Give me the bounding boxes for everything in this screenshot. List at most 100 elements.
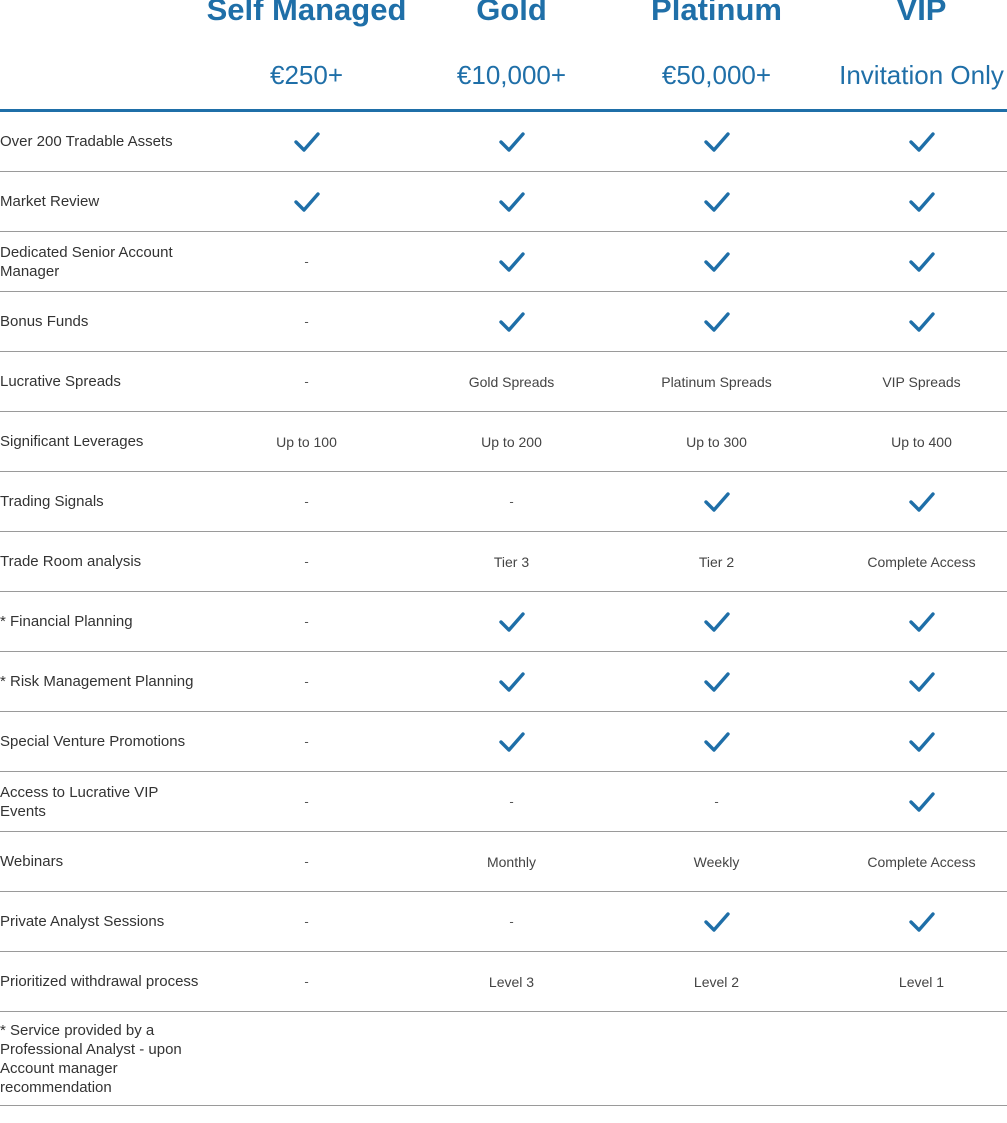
not-included-dash: - [714, 794, 719, 809]
not-included-dash: - [304, 674, 309, 689]
check-icon [819, 712, 1007, 771]
not-included-dash: - [304, 374, 309, 389]
check-icon [409, 592, 614, 651]
check-icon [819, 772, 1007, 831]
feature-label: Private Analyst Sessions [0, 913, 165, 930]
feature-label: Access to Lucrative VIP Events [0, 783, 159, 820]
not-included-dash: - [304, 974, 309, 989]
feature-label: Dedicated Senior Account Manager [0, 243, 173, 280]
feature-value: Up to 400 [891, 433, 952, 450]
plan-price: €10,000+ [456, 60, 567, 90]
not-included-dash: - [304, 914, 309, 929]
feature-label: Lucrative Spreads [0, 373, 121, 390]
table-row: Significant Leverages Up to 100 Up to 200 U… [0, 412, 1007, 472]
check-icon [409, 652, 614, 711]
table-row: Dedicated Senior Account Manager - [0, 232, 1007, 292]
not-included-dash: - [304, 614, 309, 629]
check-icon [409, 112, 614, 171]
feature-value: Platinum Spreads [661, 373, 772, 390]
feature-label: Prioritized withdrawal process [0, 973, 199, 990]
check-icon [819, 892, 1007, 951]
feature-value: Up to 300 [686, 433, 747, 450]
table-body: Over 200 Tradable Assets Market Review Ded… [0, 112, 1007, 1012]
table-row: Prioritized withdrawal process - Level 3 Le… [0, 952, 1007, 1012]
table-row: Over 200 Tradable Assets [0, 112, 1007, 172]
not-included-dash: - [304, 854, 309, 869]
not-included-dash: - [304, 314, 309, 329]
check-icon [614, 712, 819, 771]
table-row: * Financial Planning - [0, 592, 1007, 652]
check-icon [819, 592, 1007, 651]
plan-name: Platinum [651, 0, 782, 27]
feature-value: Complete Access [867, 853, 976, 870]
feature-value: Level 3 [488, 973, 535, 990]
not-included-dash: - [304, 794, 309, 809]
plan-name: VIP [896, 0, 947, 27]
not-included-dash: - [509, 494, 514, 509]
table-row: Trading Signals - - [0, 472, 1007, 532]
feature-value: VIP Spreads [882, 373, 961, 390]
feature-value: Weekly [693, 853, 740, 870]
feature-value: Gold Spreads [468, 373, 555, 390]
check-icon [819, 652, 1007, 711]
table-row: Special Venture Promotions - [0, 712, 1007, 772]
not-included-dash: - [304, 554, 309, 569]
check-icon [819, 472, 1007, 531]
check-icon [204, 172, 409, 231]
table-row: * Risk Management Planning - [0, 652, 1007, 712]
not-included-dash: - [304, 494, 309, 509]
check-icon [819, 232, 1007, 291]
table-row: Webinars - Monthly Weekly Complete Access [0, 832, 1007, 892]
check-icon [409, 172, 614, 231]
feature-value: Up to 200 [481, 433, 542, 450]
plan-name: Gold [476, 0, 547, 27]
plan-price: Invitation Only [839, 60, 1004, 90]
footnote-text: * Service provided by a Professional Ana… [0, 1022, 182, 1096]
table-row: Trade Room analysis - Tier 3 Tier 2 Complete… [0, 532, 1007, 592]
check-icon [614, 232, 819, 291]
not-included-dash: - [304, 254, 309, 269]
footnote-row: * Service provided by a Professional Ana… [0, 1012, 1007, 1106]
feature-value: Level 2 [693, 973, 740, 990]
table-row: Access to Lucrative VIP Events - - - [0, 772, 1007, 832]
table-row: Market Review [0, 172, 1007, 232]
plan-name: Self Managed [206, 0, 407, 27]
not-included-dash: - [509, 794, 514, 809]
feature-value: Tier 2 [698, 553, 735, 570]
table-row: Lucrative Spreads - Gold Spreads Platinum S… [0, 352, 1007, 412]
check-icon [614, 652, 819, 711]
feature-label: * Financial Planning [0, 613, 133, 630]
plan-price: €50,000+ [661, 60, 772, 90]
not-included-dash: - [509, 914, 514, 929]
table-header: Self Managed €250+ Gold €10,000+ Platinu… [0, 0, 1007, 112]
feature-label: Over 200 Tradable Assets [0, 133, 173, 150]
feature-label: Webinars [0, 853, 64, 870]
feature-label: Special Venture Promotions [0, 733, 186, 750]
feature-value: Complete Access [867, 553, 976, 570]
check-icon [614, 172, 819, 231]
check-icon [614, 892, 819, 951]
check-icon [409, 292, 614, 351]
check-icon [614, 292, 819, 351]
feature-label: Trading Signals [0, 493, 104, 510]
feature-value: Up to 100 [276, 433, 337, 450]
feature-label: Market Review [0, 193, 100, 210]
not-included-dash: - [304, 734, 309, 749]
feature-label: * Risk Management Planning [0, 673, 194, 690]
check-icon [409, 712, 614, 771]
feature-value: Monthly [486, 853, 537, 870]
feature-label: Significant Leverages [0, 433, 144, 450]
feature-value: Tier 3 [493, 553, 530, 570]
check-icon [819, 292, 1007, 351]
table-row: Bonus Funds - [0, 292, 1007, 352]
check-icon [819, 112, 1007, 171]
check-icon [614, 472, 819, 531]
plan-price: €250+ [269, 60, 344, 90]
check-icon [819, 172, 1007, 231]
feature-label: Trade Room analysis [0, 553, 142, 570]
feature-label: Bonus Funds [0, 313, 89, 330]
feature-value: Level 1 [898, 973, 945, 990]
table-row: Private Analyst Sessions - - [0, 892, 1007, 952]
pricing-comparison-table: Self Managed €250+ Gold €10,000+ Platinu… [0, 0, 1007, 1106]
check-icon [204, 112, 409, 171]
